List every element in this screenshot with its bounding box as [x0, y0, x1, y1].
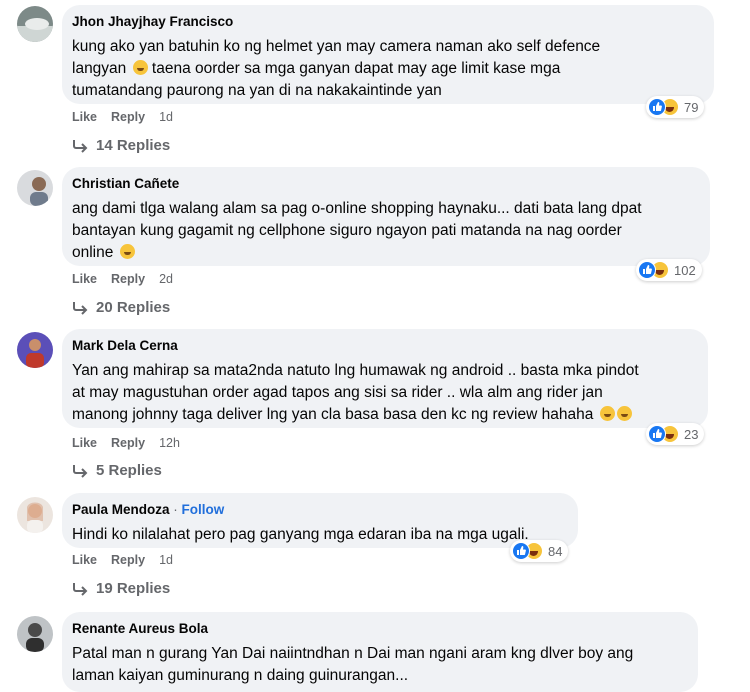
like-reaction-icon	[512, 542, 530, 560]
reaction-summary[interactable]: 84	[510, 540, 569, 562]
comment-bubble: Jhon Jhayjhay Francisco kung ako yan bat…	[62, 5, 714, 104]
replies-label: 5 Replies	[96, 462, 162, 479]
reply-button[interactable]: Reply	[111, 553, 145, 567]
avatar[interactable]	[17, 616, 53, 652]
avatar-image	[17, 616, 53, 652]
avatar-image	[17, 497, 53, 533]
laugh-emoji-icon	[616, 406, 632, 421]
comment-line: ang dami tlga walang alam sa pag o-onlin…	[72, 200, 642, 217]
reply-arrow-icon	[73, 464, 88, 478]
like-button[interactable]: Like	[72, 436, 97, 450]
view-replies-button[interactable]: 5 Replies	[72, 462, 162, 479]
avatar-image	[17, 6, 53, 42]
comment-actions: Like Reply 2d	[72, 272, 187, 286]
author-name[interactable]: Paula Mendoza	[72, 502, 170, 517]
view-replies-button[interactable]: 20 Replies	[72, 299, 170, 316]
comment-timestamp[interactable]: 2d	[159, 272, 173, 286]
comment-timestamp[interactable]: 1d	[159, 110, 173, 124]
reply-arrow-icon	[73, 301, 88, 315]
comment-text: Patal man n gurang Yan Dai naiintndhan n…	[72, 643, 685, 687]
comment-text: Yan ang mahirap sa mata2nda natuto lng h…	[72, 360, 695, 426]
comment-bubble: Renante Aureus Bola Patal man n gurang Y…	[62, 612, 698, 692]
follow-button[interactable]: Follow	[182, 502, 225, 517]
comment-line: Hindi ko nilalahat pero pag ganyang mga …	[72, 526, 529, 543]
reaction-count: 23	[684, 426, 699, 442]
replies-label: 19 Replies	[96, 580, 171, 597]
replies-label: 14 Replies	[96, 137, 171, 154]
like-button[interactable]: Like	[72, 110, 97, 124]
reply-button[interactable]: Reply	[111, 272, 145, 286]
comment-bubble: Mark Dela Cerna Yan ang mahirap sa mata2…	[62, 329, 708, 428]
comment-timestamp[interactable]: 1d	[159, 553, 173, 567]
comment-bubble: Paula Mendoza · Follow Hindi ko nilalaha…	[62, 493, 578, 548]
reaction-summary[interactable]: 102	[636, 259, 702, 281]
comment-line: taena oorder sa mga ganyan dapat may age…	[151, 60, 561, 77]
reply-button[interactable]: Reply	[111, 110, 145, 124]
reaction-count: 79	[684, 99, 699, 115]
comment-text: Hindi ko nilalahat pero pag ganyang mga …	[72, 524, 565, 546]
avatar[interactable]	[17, 332, 53, 368]
reaction-count: 84	[548, 543, 563, 559]
comment-author[interactable]: Renante Aureus Bola	[72, 621, 685, 637]
comment-line: bantayan kung gagamit ng cellphone sigur…	[72, 222, 622, 239]
avatar[interactable]	[17, 497, 53, 533]
comment-line: manong johnny taga deliver lng yan cla b…	[72, 406, 594, 423]
avatar-image	[17, 170, 53, 206]
like-reaction-icon	[648, 98, 666, 116]
comment-actions: Like Reply 1d	[72, 553, 187, 567]
comment-bubble: Christian Cañete ang dami tlga walang al…	[62, 167, 710, 266]
like-reaction-icon	[638, 261, 656, 279]
reply-arrow-icon	[73, 582, 88, 596]
comment-line: at may magustuhan order agad tapos ang s…	[72, 384, 603, 401]
like-reaction-icon	[648, 425, 666, 443]
avatar-image	[17, 332, 53, 368]
separator-dot: ·	[169, 502, 182, 517]
avatar[interactable]	[17, 170, 53, 206]
reply-button[interactable]: Reply	[111, 436, 145, 450]
comment-line: kung ako yan batuhin ko ng helmet yan ma…	[72, 38, 601, 55]
laugh-emoji-icon	[599, 406, 615, 421]
comment-text: ang dami tlga walang alam sa pag o-onlin…	[72, 198, 697, 264]
comment-line: tumatandang paurong na yan di na nakakai…	[72, 82, 442, 99]
reaction-summary[interactable]: 79	[646, 96, 705, 118]
comment-line: Yan ang mahirap sa mata2nda natuto lng h…	[72, 362, 639, 379]
reply-arrow-icon	[73, 139, 88, 153]
comment-actions: Like Reply 12h	[72, 436, 194, 450]
comment-author[interactable]: Jhon Jhayjhay Francisco	[72, 14, 701, 30]
comment-author[interactable]: Mark Dela Cerna	[72, 338, 695, 354]
replies-label: 20 Replies	[96, 299, 171, 316]
view-replies-button[interactable]: 14 Replies	[72, 137, 170, 154]
comment-author[interactable]: Christian Cañete	[72, 176, 697, 192]
reaction-summary[interactable]: 23	[646, 423, 705, 445]
like-button[interactable]: Like	[72, 272, 97, 286]
comment-timestamp[interactable]: 12h	[159, 436, 180, 450]
comment-line: online	[72, 244, 114, 261]
grin-emoji-icon	[119, 244, 135, 259]
comment-author[interactable]: Paula Mendoza · Follow	[72, 502, 565, 518]
comment-actions: Like Reply 1d	[72, 110, 187, 124]
comment-text: kung ako yan batuhin ko ng helmet yan ma…	[72, 36, 701, 102]
comment-line: Patal man n gurang Yan Dai naiintndhan n…	[72, 645, 634, 662]
view-replies-button[interactable]: 19 Replies	[72, 580, 170, 597]
smirk-emoji-icon	[132, 60, 148, 75]
avatar[interactable]	[17, 6, 53, 42]
like-button[interactable]: Like	[72, 553, 97, 567]
reaction-count: 102	[674, 262, 696, 278]
comment-line: laman kaiyan guminurang n daing guinuran…	[72, 667, 409, 684]
comment-line: langyan	[72, 60, 127, 77]
